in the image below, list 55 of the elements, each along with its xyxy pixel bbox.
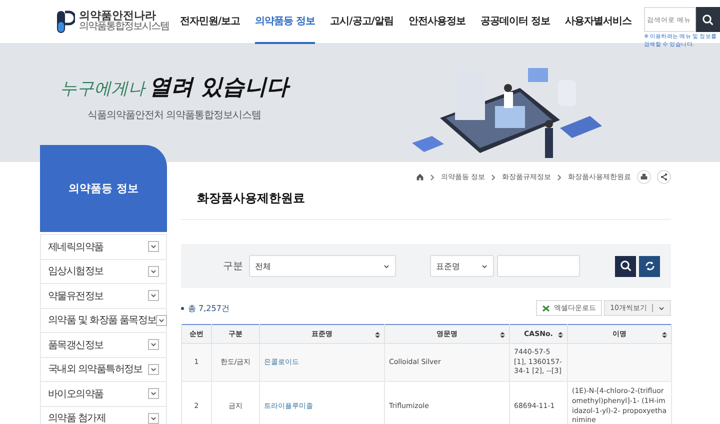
print-button[interactable] (637, 170, 651, 184)
chevron-icon (148, 364, 159, 375)
keyword-field[interactable] (497, 255, 580, 277)
spreadsheet-icon (542, 304, 550, 312)
home-icon[interactable] (416, 173, 424, 181)
logo-subtitle: 의약품통합정보시스템 (79, 22, 169, 33)
chevron-icon (148, 290, 159, 302)
share-icon (660, 173, 668, 181)
filter-label: 구분 (223, 260, 243, 273)
field-select[interactable]: 표준명 (430, 255, 494, 277)
sort-icon (662, 332, 667, 338)
sidebar-item[interactable]: 제네릭의약품 (41, 235, 166, 260)
caret-icon (658, 304, 665, 312)
logo-title: 의약품안전나라 (79, 10, 156, 22)
sidebar-item[interactable]: 약물유전정보 (41, 284, 166, 308)
banner-subtitle: 식품의약품안전처 의약품통합정보시스템 (87, 109, 262, 122)
chevron-right-icon (491, 174, 496, 180)
sidebar-item[interactable]: 의약품 첨가제 (41, 406, 166, 424)
search-icon (702, 14, 714, 26)
bullet-icon (181, 306, 184, 310)
category-select[interactable]: 전체 (249, 255, 396, 277)
sort-icon (500, 332, 505, 338)
chevron-icon (148, 388, 159, 400)
banner-slogan-lead: 누구에게나 (60, 78, 145, 100)
page-title: 화장품사용제한원료 (181, 190, 671, 220)
search-button[interactable] (615, 256, 636, 276)
total-count: 총 7,257건 (188, 302, 230, 314)
caret-icon (383, 262, 390, 270)
sidebar-title: 의약품등 정보 (40, 145, 167, 232)
nav-item[interactable]: 고시/공고/알림 (330, 0, 394, 44)
nav-item[interactable]: 공공데이터 정보 (480, 0, 550, 44)
logo-icon (55, 10, 75, 34)
refresh-icon (644, 260, 656, 272)
sidebar-item[interactable]: 국내외 의약품특허정보 (41, 358, 166, 382)
search-icon (620, 260, 632, 272)
printer-icon (640, 173, 648, 181)
nav-item[interactable]: 전자민원/보고 (180, 0, 240, 44)
sidebar-item[interactable]: 의약품 및 화장품 품목정보 (41, 308, 166, 333)
share-button[interactable] (657, 170, 671, 184)
nav-item[interactable]: 안전사용정보 (408, 0, 466, 44)
sort-icon (558, 332, 563, 338)
search-button[interactable] (696, 7, 720, 32)
nav-item[interactable]: 사용자별서비스 (564, 0, 632, 44)
chevron-icon (148, 266, 159, 277)
chevron-right-icon (557, 174, 562, 180)
chevron-icon (148, 241, 159, 252)
reset-button[interactable] (639, 256, 660, 276)
sidebar-item[interactable]: 바이오의약품 (41, 382, 166, 406)
sort-icon (375, 332, 380, 338)
banner-slogan: 열려 있습니다 (149, 73, 289, 102)
sidebar-item[interactable]: 임상시험정보 (41, 260, 166, 284)
chevron-right-icon (430, 174, 435, 180)
sidebar-item[interactable]: 품목갱신정보 (41, 333, 166, 358)
chevron-icon (148, 339, 159, 350)
caret-icon (481, 262, 488, 270)
